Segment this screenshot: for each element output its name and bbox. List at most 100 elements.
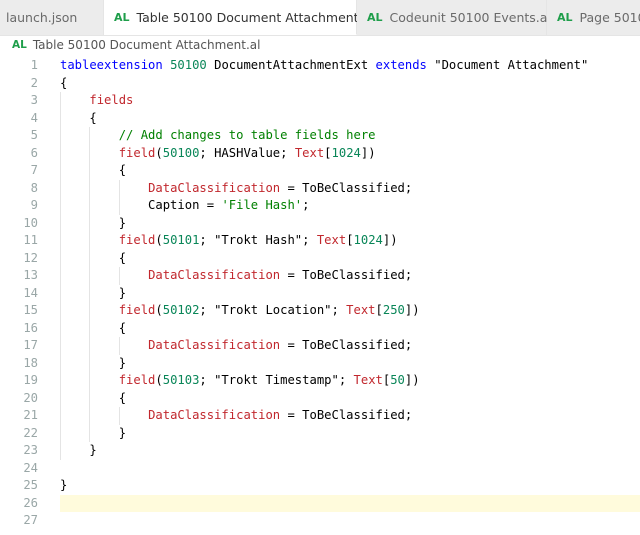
tab-2[interactable]: ALTable 50100 Document Attachment.al×	[104, 0, 395, 35]
code-line[interactable]: 12 {	[0, 249, 640, 267]
code-line[interactable]: 25}	[0, 477, 640, 495]
code-token: = ToBeClassified;	[280, 268, 413, 282]
line-code: DataClassification = ToBeClassified;	[60, 407, 640, 425]
code-line[interactable]: 14 }	[0, 284, 640, 302]
code-line[interactable]: 20 {	[0, 389, 640, 407]
code-token: 50100	[170, 58, 207, 72]
code-token: = ToBeClassified;	[280, 408, 413, 422]
code-line[interactable]: 21 DataClassification = ToBeClassified;	[0, 407, 640, 425]
line-number: 2	[30, 75, 38, 90]
code-line[interactable]: 11 field(50101; "Trokt Hash"; Text[1024]…	[0, 232, 640, 250]
line-number: 23	[23, 443, 38, 457]
code-line[interactable]: 9 Caption = 'File Hash';	[0, 197, 640, 215]
breadcrumb[interactable]: AL Table 50100 Document Attachment.al	[0, 35, 640, 55]
line-number: 22	[23, 425, 38, 440]
line-code: fields	[60, 92, 640, 110]
code-editor[interactable]: 1 tableextension 50100 DocumentAttachment…	[0, 55, 640, 535]
code-token: ])	[404, 373, 420, 387]
code-token: DocumentAttachmentExt	[206, 58, 376, 72]
code-token: [	[324, 145, 332, 160]
code-line[interactable]: 1 tableextension 50100 DocumentAttachment…	[0, 57, 640, 75]
code-line[interactable]: 22 }	[0, 424, 640, 442]
line-number: 13	[23, 268, 38, 282]
line-code: }	[60, 424, 640, 442]
code-token: {	[60, 250, 127, 265]
code-line[interactable]: 15 field(50102; "Trokt Location"; Text[2…	[0, 302, 640, 320]
line-code: {	[60, 249, 640, 267]
code-token: fields	[89, 93, 134, 107]
code-line[interactable]: 17 DataClassification = ToBeClassified;	[0, 337, 640, 355]
code-token: 1024	[353, 233, 383, 247]
tab-label: Table 50100 Document Attachment.al	[136, 9, 374, 25]
code-token: (	[155, 145, 163, 160]
line-number: 20	[23, 390, 38, 405]
line-number: 17	[23, 338, 38, 352]
line-code: DataClassification = ToBeClassified;	[60, 267, 640, 285]
code-token: }	[60, 285, 127, 300]
code-line[interactable]: 7 {	[0, 162, 640, 180]
line-number: 16	[23, 320, 38, 335]
code-token: Text	[346, 303, 376, 317]
line-code: {	[60, 389, 640, 407]
code-line[interactable]: 3 fields	[0, 92, 640, 110]
code-line[interactable]: 2{	[0, 75, 640, 93]
code-line[interactable]: 8 DataClassification = ToBeClassified;	[0, 179, 640, 197]
code-line[interactable]: 27	[0, 512, 640, 530]
code-line[interactable]: 26	[0, 494, 640, 512]
code-line[interactable]: 19 field(50103; "Trokt Timestamp"; Text[…	[0, 372, 640, 390]
line-number: 7	[30, 163, 38, 177]
al-file-icon: AL	[557, 11, 573, 24]
line-number: 9	[30, 198, 38, 212]
line-number: 24	[23, 460, 38, 475]
code-line[interactable]: 23 }	[0, 442, 640, 460]
al-file-icon: AL	[114, 10, 130, 24]
code-token: ])	[404, 303, 420, 317]
code-token: Text	[316, 233, 347, 247]
code-line[interactable]: 6 field(50100; HASHValue; Text[1024])	[0, 144, 640, 162]
line-code: }	[60, 442, 640, 460]
code-line[interactable]: 13 DataClassification = ToBeClassified;	[0, 267, 640, 285]
code-token: field	[118, 145, 156, 160]
line-number: 15	[23, 303, 38, 317]
tab-4[interactable]: AL Page 50100	[547, 0, 640, 35]
code-line[interactable]: 5 // Add changes to table fields here	[0, 127, 640, 145]
line-code: field(50101; "Trokt Hash"; Text[1024])	[60, 232, 640, 250]
line-code: DataClassification = ToBeClassified;	[60, 179, 640, 197]
code-token: ; HASHValue;	[199, 145, 295, 160]
code-line[interactable]: 24	[0, 460, 640, 478]
code-token: {	[60, 390, 127, 405]
code-token: Caption =	[60, 198, 222, 212]
line-number: 4	[30, 110, 38, 125]
line-code: field(50103; "Trokt Timestamp"; Text[50]…	[60, 372, 640, 390]
code-token: tableextension	[60, 58, 163, 72]
tab-3[interactable]: AL Codeunit 50100 Events.al	[357, 0, 551, 35]
code-line[interactable]: 10 }	[0, 214, 640, 232]
code-token: ])	[382, 233, 398, 247]
line-code: field(50100; HASHValue; Text[1024])	[60, 144, 640, 162]
code-line[interactable]: 4 {	[0, 109, 640, 127]
line-code	[60, 494, 640, 512]
code-token: field	[118, 303, 156, 317]
code-token: 50103	[162, 373, 200, 387]
line-code: field(50102; "Trokt Location"; Text[250]…	[60, 302, 640, 320]
line-number: 3	[30, 93, 38, 107]
tab-1[interactable]: launch.json	[0, 0, 104, 35]
code-line[interactable]: 18 }	[0, 354, 640, 372]
breadcrumb-file-label[interactable]: Table 50100 Document Attachment.al	[33, 38, 261, 52]
code-line[interactable]: 16 {	[0, 319, 640, 337]
line-code: // Add changes to table fields here	[60, 127, 640, 145]
code-token: Text	[294, 145, 325, 160]
code-token: = ToBeClassified;	[280, 338, 413, 352]
code-token: 1024	[331, 145, 361, 160]
code-token: Text	[353, 373, 383, 387]
